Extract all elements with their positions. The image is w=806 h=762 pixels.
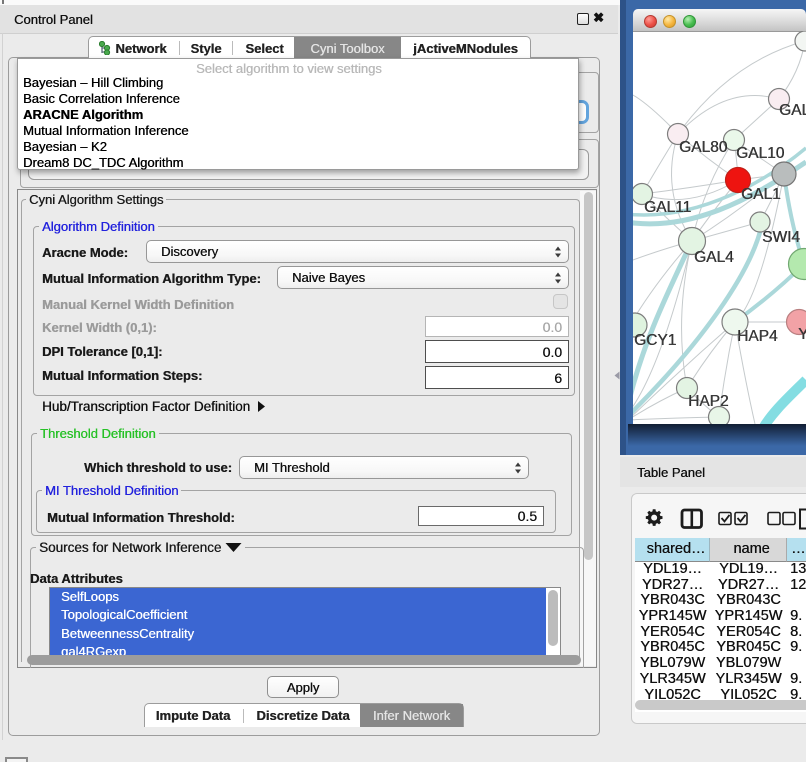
svg-text:GCY1: GCY1 — [634, 332, 676, 349]
svg-text:HAP2: HAP2 — [688, 393, 729, 410]
svg-text:GAL7: GAL7 — [779, 102, 806, 119]
svg-text:SWI4: SWI4 — [762, 229, 800, 246]
svg-text:GAL10: GAL10 — [736, 145, 785, 162]
svg-text:HAP4: HAP4 — [737, 328, 778, 345]
svg-text:GAL1: GAL1 — [741, 186, 781, 203]
svg-text:GAL4: GAL4 — [694, 249, 734, 266]
svg-text:GAL11: GAL11 — [644, 199, 691, 216]
svg-text:GAL80: GAL80 — [679, 139, 728, 156]
svg-text:Y: Y — [798, 326, 806, 343]
